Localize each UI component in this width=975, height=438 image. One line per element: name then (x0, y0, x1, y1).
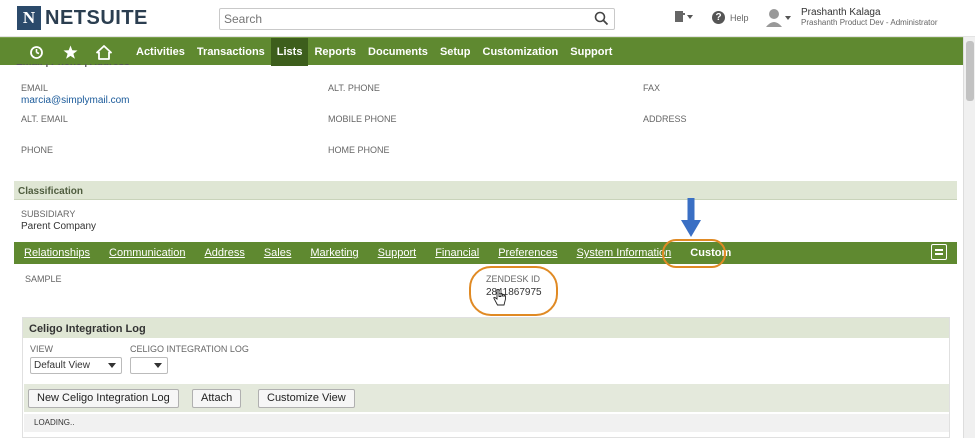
alt-phone-label: ALT. PHONE (328, 83, 380, 93)
user-name: Prashanth Kalaga (801, 7, 881, 18)
subtab-sales[interactable]: Sales (264, 242, 292, 264)
fax-label: FAX (643, 83, 661, 93)
search-icon[interactable] (594, 11, 609, 29)
subtab-system-information[interactable]: System Information (577, 242, 672, 264)
address-label: ADDRESS (643, 114, 687, 124)
main-nav: Activities Transactions Lists Reports Do… (0, 37, 975, 66)
chevron-down-icon (154, 363, 162, 368)
classification-header[interactable]: Classification (14, 181, 957, 200)
help-icon: ? (712, 11, 725, 24)
chevron-down-icon (108, 363, 116, 368)
celigo-button-bar: New Celigo Integration Log Attach Custom… (24, 384, 949, 412)
view-select-value: Default View (34, 360, 90, 371)
alt-email-label: ALT. EMAIL (21, 114, 68, 124)
hand-cursor-icon (493, 289, 507, 310)
nav-setup[interactable]: Setup (434, 38, 477, 66)
subsidiary-label: SUBSIDIARY (21, 209, 76, 219)
subtab-communication[interactable]: Communication (109, 242, 185, 264)
home-phone-label: HOME PHONE (328, 145, 390, 155)
new-celigo-log-button[interactable]: New Celigo Integration Log (28, 389, 179, 408)
home-icon[interactable] (96, 44, 112, 60)
down-arrow-annotation (681, 198, 701, 241)
phone-label: PHONE (21, 145, 54, 155)
logo-mark: N (17, 6, 41, 30)
favorites-star-icon[interactable] (62, 44, 78, 60)
attach-button[interactable]: Attach (192, 389, 242, 408)
celigo-panel-title: Celigo Integration Log (23, 318, 949, 338)
subtab-financial[interactable]: Financial (435, 242, 479, 264)
page-scrollbar[interactable] (963, 37, 975, 438)
record-subtabs: Relationships Communication Address Sale… (14, 242, 957, 264)
customize-view-button[interactable]: Customize View (258, 389, 355, 408)
user-role: Prashanth Product Dev - Administrator (801, 18, 938, 27)
user-avatar-icon (766, 9, 791, 27)
subtab-address[interactable]: Address (204, 242, 244, 264)
celigo-integration-log-panel: Celigo Integration Log VIEW Default View… (22, 317, 950, 438)
zendesk-highlight-ring (469, 266, 558, 316)
subtab-support[interactable]: Support (378, 242, 417, 264)
scrollbar-thumb[interactable] (966, 41, 974, 101)
email-value[interactable]: marcia@simplymail.com (21, 95, 130, 106)
subtab-layout-toggle-icon[interactable] (931, 244, 947, 260)
nav-customization[interactable]: Customization (477, 38, 565, 66)
global-search[interactable] (219, 8, 615, 30)
nav-lists[interactable]: Lists (270, 38, 309, 66)
subtab-preferences[interactable]: Preferences (498, 242, 557, 264)
user-menu[interactable]: Prashanth Kalaga Prashanth Product Dev -… (765, 8, 938, 28)
logo-wordmark: NETSUITE (45, 6, 148, 29)
view-select[interactable]: Default View (30, 357, 122, 374)
search-input[interactable] (220, 9, 580, 29)
netsuite-logo[interactable]: N NETSUITE (17, 5, 148, 31)
recent-clock-icon[interactable] (28, 44, 44, 60)
custom-tab-highlight-ring (662, 239, 726, 268)
sample-label: SAMPLE (25, 274, 62, 284)
top-header: N NETSUITE ? Help Prashanth Kalaga Prash… (0, 0, 975, 37)
subsidiary-value: Parent Company (21, 221, 97, 232)
help-label: Help (730, 12, 749, 23)
nav-documents[interactable]: Documents (362, 38, 434, 66)
nav-transactions[interactable]: Transactions (191, 38, 271, 66)
nav-support[interactable]: Support (564, 38, 618, 66)
loading-indicator: LOADING.. (24, 414, 949, 432)
celigo-log-filter-label: CELIGO INTEGRATION LOG (130, 344, 249, 354)
mobile-phone-label: MOBILE PHONE (328, 114, 397, 124)
celigo-log-filter-select[interactable] (130, 357, 168, 374)
nav-activities[interactable]: Activities (130, 38, 191, 66)
subtab-relationships[interactable]: Relationships (24, 242, 90, 264)
help-link[interactable]: ? Help (712, 11, 749, 24)
recent-records-icon (675, 11, 693, 22)
nav-reports[interactable]: Reports (308, 38, 362, 66)
email-label: EMAIL (21, 83, 49, 93)
recent-records-button[interactable] (672, 10, 694, 24)
view-label: VIEW (30, 344, 54, 354)
subtab-marketing[interactable]: Marketing (310, 242, 358, 264)
